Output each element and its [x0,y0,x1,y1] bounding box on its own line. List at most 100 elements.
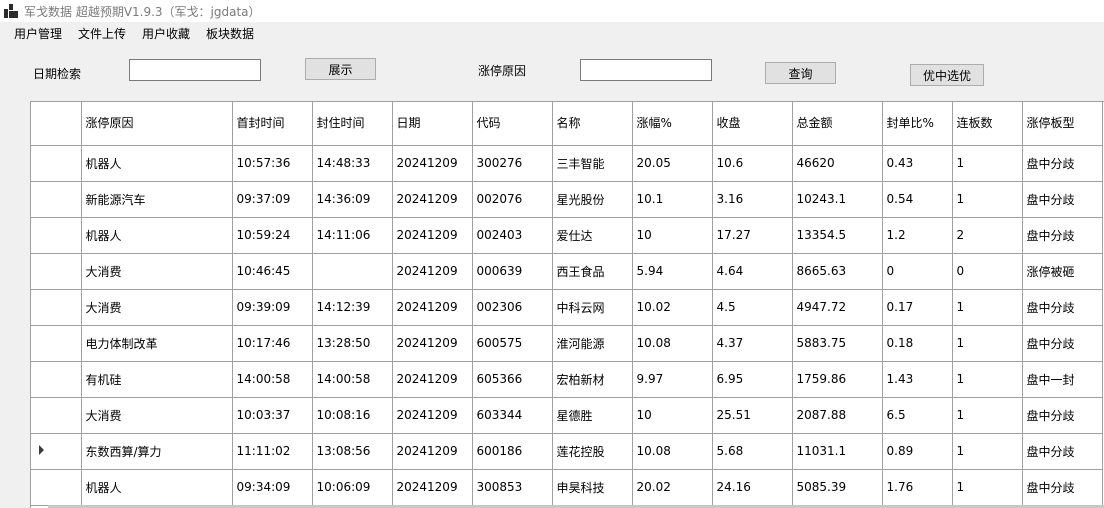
table-cell[interactable]: 10:59:24 [232,217,313,254]
row-header[interactable] [31,145,82,182]
table-cell[interactable]: 新能源汽车 [81,181,233,218]
reason-input[interactable] [580,59,712,81]
row-header[interactable] [31,181,82,218]
table-cell[interactable]: 0.89 [882,433,953,470]
table-cell[interactable]: 10:57:36 [232,145,313,182]
table-cell[interactable]: 13:08:56 [312,433,393,470]
table-cell[interactable]: 17.27 [712,217,793,254]
table-cell[interactable]: 5.94 [632,253,713,290]
table-cell[interactable]: 盘中分歧 [1022,397,1103,434]
table-cell[interactable]: 爱仕达 [552,217,633,254]
column-header[interactable]: 首封时间 [232,102,313,146]
table-cell[interactable]: 600575 [472,325,553,362]
table-cell[interactable]: 1.76 [882,469,953,506]
table-cell[interactable]: 20241209 [392,325,473,362]
table-cell[interactable]: 盘中分歧 [1022,217,1103,254]
menu-file-upload[interactable]: 文件上传 [70,22,134,46]
table-cell[interactable]: 10.08 [632,433,713,470]
table-cell[interactable]: 20241209 [392,145,473,182]
table-cell[interactable]: 10:08:16 [312,397,393,434]
table-row[interactable]: 东数西算/算力 11:11:02 13:08:56 20241209 600186 莲花控… [31,433,1103,470]
table-row[interactable]: 新能源汽车 09:37:09 14:36:09 20241209 002076 星光股份 1… [31,181,1103,218]
pick-best-button[interactable]: 优中选优 [910,64,984,86]
table-cell[interactable]: 0.17 [882,289,953,326]
table-cell[interactable]: 西王食品 [552,253,633,290]
table-row[interactable]: 机器人 10:59:24 14:11:06 20241209 002403 爱仕达 10 17… [31,217,1103,254]
table-cell[interactable]: 11031.1 [792,433,883,470]
table-cell[interactable]: 24.16 [712,469,793,506]
table-cell[interactable]: 5.68 [712,433,793,470]
date-search-input[interactable] [129,59,261,81]
table-cell[interactable]: 14:48:33 [312,145,393,182]
table-cell[interactable]: 11:11:02 [232,433,313,470]
table-cell[interactable]: 机器人 [81,145,233,182]
table-cell[interactable]: 盘中分歧 [1022,181,1103,218]
table-row[interactable]: 大消费 09:39:09 14:12:39 20241209 002306 中科云网 10.… [31,289,1103,326]
table-cell[interactable]: 1759.86 [792,361,883,398]
table-cell[interactable]: 2087.88 [792,397,883,434]
table-cell[interactable]: 1 [952,325,1023,362]
data-grid[interactable]: 涨停原因 首封时间 封住时间 日期 代码 名称 涨幅% 收盘 总金额 封单比% … [30,101,1104,508]
table-cell[interactable]: 9.97 [632,361,713,398]
table-cell[interactable]: 4.37 [712,325,793,362]
table-cell[interactable]: 大消费 [81,289,233,326]
table-cell[interactable]: 20241209 [392,397,473,434]
table-cell[interactable]: 000639 [472,253,553,290]
table-cell[interactable]: 14:11:06 [312,217,393,254]
column-header[interactable]: 日期 [392,102,473,146]
table-cell[interactable]: 4.64 [712,253,793,290]
table-cell[interactable]: 0 [952,253,1023,290]
table-cell[interactable]: 0.54 [882,181,953,218]
table-cell[interactable]: 20.02 [632,469,713,506]
table-cell[interactable]: 25.51 [712,397,793,434]
table-cell[interactable]: 莲花控股 [552,433,633,470]
row-header[interactable] [31,397,82,434]
table-cell[interactable]: 09:37:09 [232,181,313,218]
table-cell[interactable]: 14:00:58 [312,361,393,398]
row-header[interactable] [31,253,82,290]
table-cell[interactable]: 星德胜 [552,397,633,434]
column-header[interactable]: 封单比% [882,102,953,146]
column-header[interactable]: 总金额 [792,102,883,146]
table-cell[interactable]: 淮河能源 [552,325,633,362]
table-cell[interactable]: 1 [952,433,1023,470]
table-cell[interactable]: 1 [952,181,1023,218]
column-header[interactable]: 名称 [552,102,633,146]
row-header[interactable] [31,433,82,470]
table-cell[interactable]: 10.02 [632,289,713,326]
table-row[interactable]: 大消费 10:46:45 20241209 000639 西王食品 5.94 4.64 866… [31,253,1103,290]
table-cell[interactable]: 星光股份 [552,181,633,218]
table-cell[interactable]: 盘中分歧 [1022,289,1103,326]
column-header[interactable]: 涨幅% [632,102,713,146]
table-cell[interactable]: 6.5 [882,397,953,434]
table-cell[interactable]: 10.08 [632,325,713,362]
table-cell[interactable]: 0.43 [882,145,953,182]
row-header[interactable] [31,361,82,398]
table-cell[interactable]: 10 [632,217,713,254]
table-cell[interactable]: 13:28:50 [312,325,393,362]
table-cell[interactable]: 4947.72 [792,289,883,326]
column-header[interactable]: 收盘 [712,102,793,146]
table-cell[interactable]: 东数西算/算力 [81,433,233,470]
table-cell[interactable]: 盘中分歧 [1022,433,1103,470]
table-cell[interactable]: 002306 [472,289,553,326]
row-header[interactable] [31,469,82,506]
table-cell[interactable]: 10:17:46 [232,325,313,362]
table-cell[interactable]: 机器人 [81,469,233,506]
table-row[interactable]: 电力体制改革 10:17:46 13:28:50 20241209 600575 淮河能源… [31,325,1103,362]
table-cell[interactable]: 46620 [792,145,883,182]
table-cell[interactable]: 大消费 [81,397,233,434]
table-cell[interactable]: 09:34:09 [232,469,313,506]
table-row[interactable]: 大消费 10:03:37 10:08:16 20241209 603344 星德胜 10 25… [31,397,1103,434]
table-cell[interactable]: 1.2 [882,217,953,254]
table-cell[interactable]: 三丰智能 [552,145,633,182]
table-cell[interactable]: 14:12:39 [312,289,393,326]
column-header[interactable]: 连板数 [952,102,1023,146]
table-cell[interactable]: 盘中分歧 [1022,469,1103,506]
table-cell[interactable]: 6.95 [712,361,793,398]
table-cell[interactable]: 盘中分歧 [1022,325,1103,362]
row-header[interactable] [31,325,82,362]
table-cell[interactable]: 大消费 [81,253,233,290]
table-cell[interactable]: 电力体制改革 [81,325,233,362]
table-cell[interactable]: 机器人 [81,217,233,254]
